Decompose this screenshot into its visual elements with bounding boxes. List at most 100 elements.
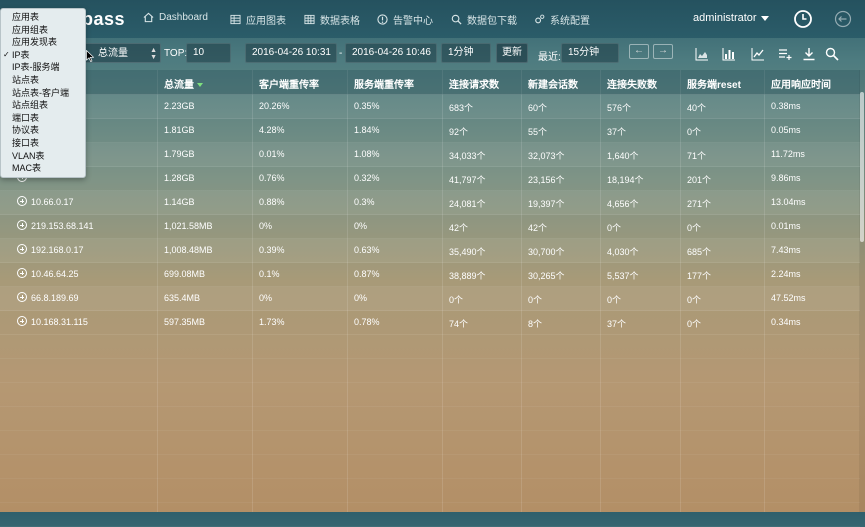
table-cell: 0.78% <box>354 317 380 327</box>
nav-packet-download[interactable]: 数据包下载 <box>451 12 517 27</box>
table-row[interactable]: 66.8.189.69 635.4MB 0% 0% 0个 0个 0个 0个 47.52ms <box>0 287 860 311</box>
metric-select[interactable]: 总流量 ▲ ▼ <box>83 43 161 63</box>
header-client-retrans[interactable]: 客户端重传率 <box>259 76 319 91</box>
table-row[interactable]: 1.81GB 4.28% 1.84% 92个 55个 37个 0个 0.05ms <box>0 119 860 143</box>
table-cell: 1,021.58MB <box>164 221 213 231</box>
expand-plus-icon[interactable] <box>17 220 27 230</box>
table-cell: 38,889个 <box>449 271 486 281</box>
dropdown-item[interactable]: 接口表 <box>1 137 85 150</box>
dropdown-item[interactable]: 站点组表 <box>1 99 85 112</box>
dropdown-item[interactable]: 应用组表 <box>1 24 85 37</box>
app-logo[interactable]: pass <box>82 9 125 30</box>
clock-icon[interactable] <box>793 9 813 29</box>
chart-grid-icon <box>230 14 241 25</box>
mouse-cursor-icon <box>86 50 94 62</box>
table-cell: 10.168.31.115 <box>31 317 88 327</box>
header-response-time[interactable]: 应用响应时间 <box>771 76 831 91</box>
table-cell: 92个 <box>449 127 469 137</box>
username: administrator <box>693 12 757 24</box>
download-icon[interactable] <box>802 47 816 61</box>
dropdown-item[interactable]: IP表-服务端 <box>1 61 85 74</box>
table-cell: 0.87% <box>354 269 380 279</box>
area-chart-icon[interactable] <box>695 47 709 61</box>
table-row[interactable]: 10.168.31.115 597.35MB 1.73% 0.78% 74个 8个 37个 0… <box>0 311 860 335</box>
table-row[interactable]: 10.66.0.17 1.14GB 0.88% 0.3% 24,081个 19,397个 4… <box>0 191 860 215</box>
nav-alert-center[interactable]: 告警中心 <box>377 12 433 27</box>
expand-plus-icon[interactable] <box>17 316 27 326</box>
dropdown-item[interactable]: MAC表 <box>1 162 85 175</box>
table-type-dropdown[interactable]: 应用表应用组表应用发现表IP表IP表-服务端站点表站点表-客户端站点组表端口表协… <box>0 8 86 178</box>
table-row[interactable]: 219.153.68.141 1,021.58MB 0% 0% 42个 42个 0个 0个 0.… <box>0 215 860 239</box>
table-cell: 0.01ms <box>771 221 801 231</box>
nav-system-config[interactable]: 系统配置 <box>534 12 590 27</box>
bar-chart-icon[interactable] <box>722 47 736 61</box>
table-cell: 1.73% <box>259 317 285 327</box>
home-icon <box>143 12 154 23</box>
nav-dashboard[interactable]: Dashboard <box>143 12 208 23</box>
table-cell: 699.08MB <box>164 269 206 279</box>
table-cell: 40个 <box>687 103 707 113</box>
table-cell: 0个 <box>687 223 702 233</box>
table-cell: 35,490个 <box>449 247 486 257</box>
expand-plus-icon[interactable] <box>17 292 27 302</box>
header-server-reset[interactable]: 服务端reset <box>687 76 741 91</box>
table-cell: 20.26% <box>259 101 290 111</box>
table-cell: 0.1% <box>259 269 280 279</box>
dropdown-item[interactable]: 应用表 <box>1 11 85 24</box>
expand-plus-icon[interactable] <box>17 268 27 278</box>
table-cell: 30,700个 <box>528 247 565 257</box>
next-page-button[interactable]: → <box>653 44 673 59</box>
header-server-retrans[interactable]: 服务端重传率 <box>354 76 414 91</box>
start-time-input[interactable]: 2016-04-26 10:31 <box>245 43 337 63</box>
table-row[interactable]: 1.28GB 0.76% 0.32% 41,797个 23,156个 18,194个 201… <box>0 167 860 191</box>
time-separator: - <box>339 48 343 59</box>
nav-app-charts[interactable]: 应用图表 <box>230 12 286 27</box>
nav-data-table[interactable]: 数据表格 <box>304 12 360 27</box>
header-total-traffic[interactable]: 总流量 <box>164 76 203 91</box>
table-cell: 5,537个 <box>607 271 639 281</box>
top-count-input[interactable]: 10 <box>186 43 231 63</box>
expand-plus-icon[interactable] <box>17 196 27 206</box>
table-cell: 0个 <box>607 295 622 305</box>
table-cell: 0个 <box>449 295 464 305</box>
expand-plus-icon[interactable] <box>17 244 27 254</box>
header-new-sessions[interactable]: 新建会话数 <box>528 76 578 91</box>
empty-row <box>0 359 860 383</box>
dropdown-item[interactable]: VLAN表 <box>1 150 85 163</box>
table-cell: 60个 <box>528 103 548 113</box>
table-cell: 0% <box>354 221 368 231</box>
dropdown-item[interactable]: IP表 <box>1 49 85 62</box>
table-cell: 71个 <box>687 151 707 161</box>
header-conn-failures[interactable]: 连接失败数 <box>607 76 657 91</box>
dropdown-item[interactable]: 站点表-客户端 <box>1 87 85 100</box>
dropdown-item[interactable]: 应用发现表 <box>1 36 85 49</box>
refresh-button[interactable]: 更新 <box>496 43 528 63</box>
table-row[interactable]: 1.79GB 0.01% 1.08% 34,033个 32,073个 1,640个 71个 1… <box>0 143 860 167</box>
logout-icon[interactable] <box>834 10 852 28</box>
table-icon <box>304 14 315 25</box>
table-cell: 1.14GB <box>164 197 195 207</box>
search-icon[interactable] <box>825 47 839 61</box>
table-cell: 0个 <box>607 223 622 233</box>
add-column-icon[interactable] <box>778 47 792 61</box>
end-time-input[interactable]: 2016-04-26 10:46 <box>345 43 437 63</box>
scrollbar-thumb[interactable] <box>860 92 864 242</box>
interval-select[interactable]: 1分钟 <box>441 43 491 63</box>
dropdown-item[interactable]: 端口表 <box>1 112 85 125</box>
dropdown-item[interactable]: 站点表 <box>1 74 85 87</box>
line-chart-icon[interactable] <box>751 47 765 61</box>
table-cell: 1.84% <box>354 125 380 135</box>
table-cell: 37个 <box>607 127 627 137</box>
prev-page-button[interactable]: ← <box>629 44 649 59</box>
empty-row <box>0 383 860 407</box>
table-cell: 8个 <box>528 319 543 329</box>
recent-range-select[interactable]: 15分钟 <box>561 43 619 63</box>
table-row[interactable]: 2.23GB 20.26% 0.35% 683个 60个 576个 40个 0.38ms <box>0 95 860 119</box>
table-cell: 2.24ms <box>771 269 801 279</box>
recent-label: 最近: <box>538 52 561 63</box>
user-menu[interactable]: administrator <box>693 12 769 24</box>
dropdown-item[interactable]: 协议表 <box>1 124 85 137</box>
table-row[interactable]: 192.168.0.17 1,008.48MB 0.39% 0.63% 35,490个 3… <box>0 239 860 263</box>
header-conn-requests[interactable]: 连接请求数 <box>449 76 499 91</box>
table-row[interactable]: 10.46.64.25 699.08MB 0.1% 0.87% 38,889个 30,26… <box>0 263 860 287</box>
